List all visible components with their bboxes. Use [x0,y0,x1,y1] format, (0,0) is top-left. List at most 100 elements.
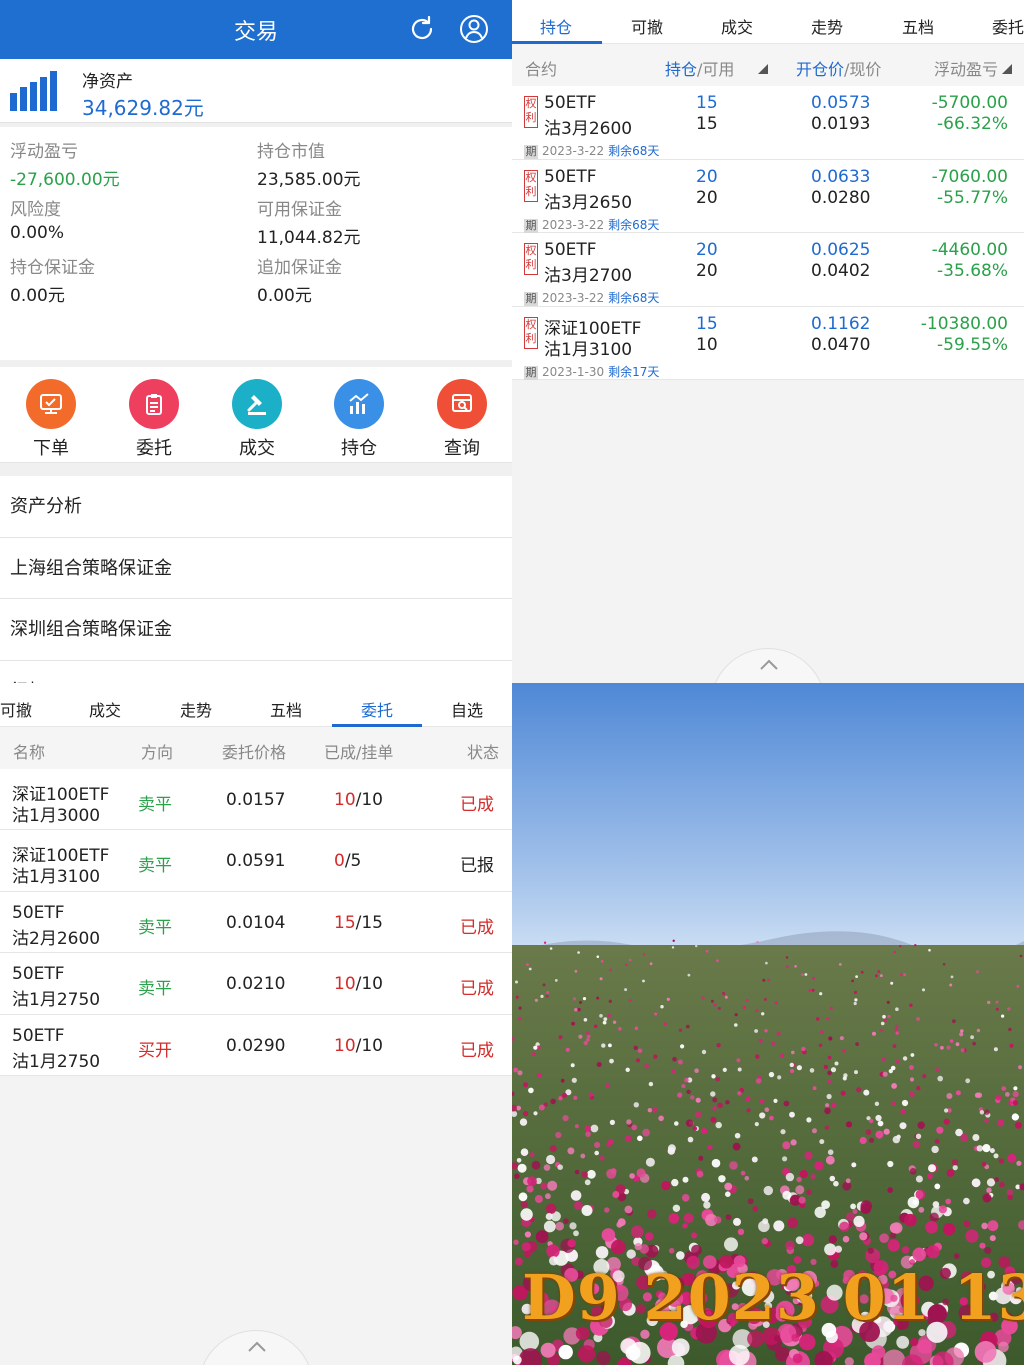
stat-value: 11,044.82元 [257,228,361,248]
filled-qty: 10 [334,974,356,995]
net-assets-value: 34,629.82元 [82,96,204,120]
tab-trend[interactable]: 走势 [811,14,843,38]
tab-deals[interactable]: 成交 [721,14,753,38]
menu-item-sh-margin[interactable]: 上海组合策略保证金 [0,538,512,599]
order-fill: 10/10 [334,790,383,810]
col-status: 状态 [467,743,500,762]
expiry-info: 期 2023-1-30 剩余17天 [524,363,659,380]
expiry-date: 2023-1-30 [542,364,605,379]
expiry-mark: 期 [524,292,538,306]
tab-cancelable[interactable]: 可撤 [631,14,663,38]
hold-qty: 20 [696,166,718,187]
filled-qty: 10 [334,1035,356,1056]
positions-column-header: 合约 持仓/可用 开仓价/现价 浮动盈亏 [512,44,1024,86]
float-pnl-pct: -59.55% [937,334,1008,355]
badge-char: 利 [525,184,537,198]
stat-value: 0.00元 [257,286,312,306]
table-row[interactable]: 权利深证100ETF 沽1月3100 15 10 0.1162 0.0470 -10380.… [512,306,1024,380]
order-price: 0.0157 [226,790,286,810]
expiry-info: 期 2023-3-22 剩余68天 [524,289,659,306]
sort-icon[interactable] [758,64,768,74]
stat-value: 23,585.00元 [257,170,361,190]
menu-list: 资产分析 上海组合策略保证金 深圳组合策略保证金 行权 [0,476,512,683]
badge-char: 权 [525,317,537,331]
tab-depth[interactable]: 五档 [270,697,302,721]
expiry-date: 2023-3-22 [542,291,605,305]
days-remaining: 剩余68天 [608,291,660,305]
contract-strike: 沽3月2650 [544,192,633,213]
clipboard-icon [129,379,179,429]
stat-label: 风险度 [10,200,61,220]
expand-handle[interactable] [198,1330,314,1365]
quick-label: 查询 [444,438,480,459]
col-pnl[interactable]: 浮动盈亏 [934,56,998,80]
holdings-button[interactable]: 持仓 [319,379,399,460]
stat-risk: 风险度 0.00% [10,195,250,243]
tab-positions[interactable]: 持仓 [540,14,572,38]
tab-trend[interactable]: 走势 [180,697,212,721]
total-qty: /10 [355,1035,383,1056]
tab-watchlist[interactable]: 自选 [451,697,483,721]
chart-icon [334,379,384,429]
sort-icon[interactable] [1002,64,1012,74]
orders-button[interactable]: 委托 [114,379,194,460]
table-row[interactable]: 50ETF 沽2月2600 卖平 0.0104 15/15 已成 [0,891,512,954]
col-filled: 已成/挂单 [324,743,394,762]
net-assets-label: 净资产 [82,72,133,92]
tab-entrust[interactable]: 委托 [361,697,393,721]
current-price: 0.0402 [811,261,871,281]
open-price: 0.0625 [811,240,871,260]
refresh-icon[interactable] [407,14,437,44]
total-qty: /10 [355,790,383,810]
order-price: 0.0290 [226,1035,286,1056]
tab-cancelable[interactable]: 可撤 [0,697,32,721]
tab-deals[interactable]: 成交 [89,697,121,721]
table-row[interactable]: 50ETF 沽1月2750 卖平 0.0210 10/10 已成 [0,953,512,1015]
tab-depth[interactable]: 五档 [902,14,934,38]
order-direction: 卖平 [138,917,172,938]
stat-floating-pnl: 浮动盈亏 -27,600.00元 [10,137,250,190]
expiry-info: 期 2023-3-22 剩余68天 [524,142,659,159]
hold-qty: 15 [696,313,718,334]
contract-strike: 沽1月3100 [12,867,101,888]
user-icon[interactable] [459,14,489,44]
badge-char: 权 [525,170,537,184]
table-row[interactable]: 50ETF 沽1月2750 买开 0.0290 10/10 已成 [0,1014,512,1076]
expiry-mark: 期 [524,218,538,233]
table-row[interactable]: 权利 50ETF 沽3月2650 20 20 0.0633 0.0280 -7060.00 -5… [512,159,1024,233]
positions-list: 权利 50ETF 沽3月2600 15 15 0.0573 0.0193 -5700.00 -6… [512,86,1024,380]
place-order-button[interactable]: 下单 [11,379,91,460]
order-price: 0.0104 [226,912,286,933]
contract-name: 50ETF [544,93,597,113]
table-row[interactable]: 深证100ETF 沽1月3100 卖平 0.0591 0/5 已报 [0,830,512,892]
col-contract: 合约 [525,60,558,79]
menu-item-asset-analysis[interactable]: 资产分析 [0,476,512,538]
col-price: 委托价格 [222,743,287,762]
float-pnl-pct: -35.68% [937,261,1008,281]
badge-char: 权 [525,97,537,110]
badge-char: 权 [525,244,537,257]
gavel-icon [232,379,282,429]
table-row[interactable]: 深证100ETF 沽1月3000 卖平 0.0157 10/10 已成 [0,769,512,831]
expand-handle[interactable] [710,648,826,683]
stat-value: 0.00% [10,223,65,243]
order-icon [26,379,76,429]
expiry-info: 期 2023-3-22 剩余68天 [524,216,659,233]
total-qty: /5 [344,851,362,872]
option-badge: 权利 [524,243,538,275]
deals-button[interactable]: 成交 [217,379,297,460]
menu-item-sz-margin[interactable]: 深圳组合策略保证金 [0,599,512,661]
contract-name: 50ETF [544,240,597,260]
col-price[interactable]: 开仓价/现价 [796,56,881,80]
option-badge: 权利 [524,169,538,202]
orders-column-header: 名称 方向 委托价格 已成/挂单 状态 [0,727,512,769]
open-price: 0.1162 [811,313,871,334]
col-hold[interactable]: 持仓/可用 [665,56,734,80]
avail-qty: 20 [696,261,718,281]
tab-entrust[interactable]: 委托 [992,14,1024,38]
table-row[interactable]: 权利 50ETF 沽3月2600 15 15 0.0573 0.0193 -5700.00 -6… [512,86,1024,160]
table-row[interactable]: 权利 50ETF 沽3月2700 20 20 0.0625 0.0402 -4460.00 -3… [512,233,1024,307]
menu-item-exercise[interactable]: 行权 [0,661,512,684]
query-button[interactable]: 查询 [422,379,502,460]
stat-available-margin: 可用保证金 11,044.82元 [257,195,497,248]
